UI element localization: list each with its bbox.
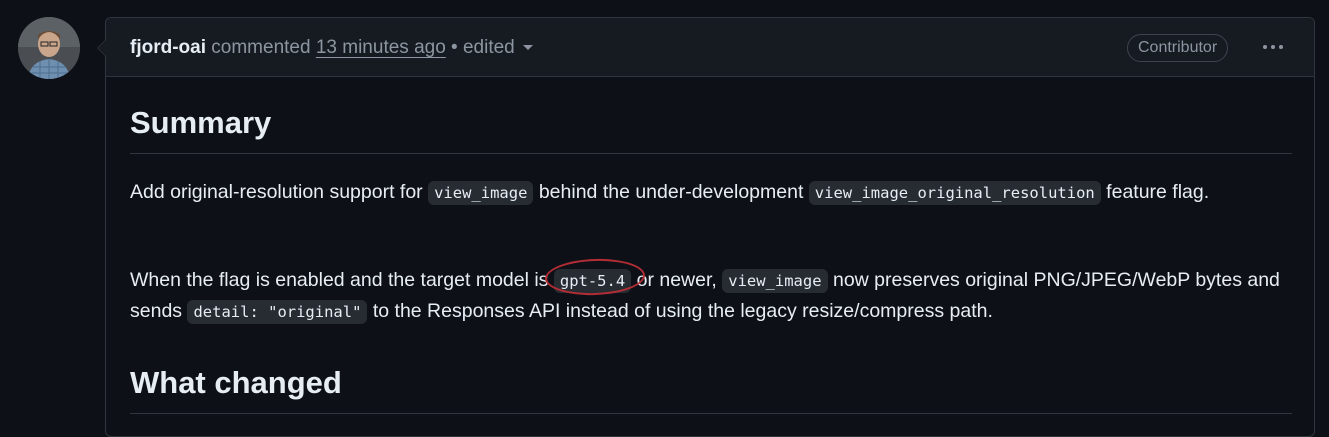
text-run: to the Responses API instead of using th… (367, 300, 993, 322)
edited-label: edited (462, 37, 515, 58)
comment-container: fjord-oai commented 13 minutes ago • edi… (97, 17, 1315, 437)
comment-timestamp[interactable]: 13 minutes ago (316, 37, 446, 58)
text-run: or newer, (631, 269, 723, 291)
text-run: feature flag. (1100, 181, 1210, 203)
author-link[interactable]: fjord-oai (130, 37, 206, 58)
inline-code: detail: "original" (187, 300, 368, 324)
text-run: Add original-resolution support for (130, 181, 429, 203)
meta-separator: • (451, 37, 458, 58)
inline-code: gpt-5.4 (553, 269, 632, 293)
circled-code: gpt-5.4 (544, 257, 646, 297)
inline-code: view_image (428, 181, 534, 205)
heading-what-changed: What changed (130, 365, 1292, 414)
author-avatar[interactable] (18, 17, 80, 79)
paragraph-details: When the flag is enabled and the target … (130, 257, 1292, 327)
avatar-image (18, 17, 80, 79)
more-options-button[interactable] (1258, 35, 1288, 59)
comment-action: commented (211, 37, 311, 58)
kebab-dot-icon (1263, 45, 1267, 49)
chevron-down-icon (522, 45, 533, 51)
inline-code: view_image_original_resolution (808, 181, 1101, 205)
text-run: When the flag is enabled and the target … (130, 269, 554, 291)
paragraph-summary: Add original-resolution support for view… (130, 177, 1292, 208)
heading-summary: Summary (130, 105, 1292, 154)
comment-meta: fjord-oai commented 13 minutes ago • edi… (130, 37, 533, 59)
inline-code: view_image (722, 269, 828, 293)
text-run: behind the under-development (533, 181, 809, 203)
comment-header: fjord-oai commented 13 minutes ago • edi… (106, 18, 1314, 77)
kebab-dot-icon (1279, 45, 1283, 49)
edited-dropdown[interactable]: edited (463, 37, 533, 58)
kebab-dot-icon (1271, 45, 1275, 49)
comment-pointer-fill (98, 40, 106, 56)
contributor-badge: Contributor (1127, 34, 1229, 62)
